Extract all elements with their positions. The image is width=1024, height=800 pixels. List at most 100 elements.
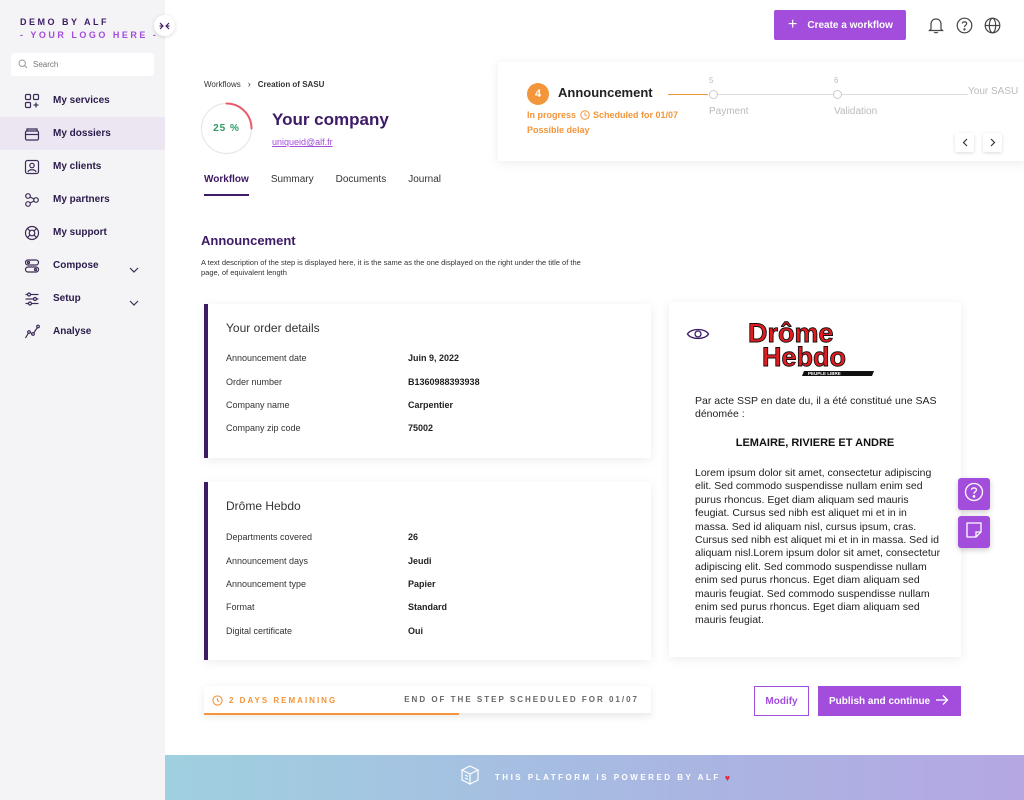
detail-value: Juin 9, 2022 — [408, 353, 460, 363]
support-icon — [24, 225, 40, 241]
brand-logo[interactable]: DEMO BY ALF - YOUR LOGO HERE - — [20, 17, 158, 40]
tab-documents[interactable]: Documents — [336, 174, 387, 196]
sidebar-item-setup[interactable]: Setup — [0, 282, 165, 315]
services-icon — [24, 93, 40, 109]
step-label: Validation — [834, 106, 878, 117]
sidebar-item-analyse[interactable]: Analyse — [0, 315, 165, 348]
sidebar: DEMO BY ALF - YOUR LOGO HERE - My servic… — [0, 0, 165, 800]
dossier-icon — [24, 126, 40, 142]
section-title: Announcement — [201, 233, 296, 248]
sliders-icon — [24, 291, 40, 307]
create-workflow-label: Create a workflow — [807, 19, 893, 31]
detail-key: Announcement type — [226, 579, 307, 589]
detail-key: Digital certificate — [226, 626, 293, 636]
search-box[interactable] — [11, 53, 154, 76]
analytics-icon — [24, 324, 40, 340]
detail-row: Digital certificate Oui — [226, 626, 646, 636]
help-icon[interactable] — [955, 16, 973, 34]
detail-key: Announcement date — [226, 353, 307, 363]
step-number: 5 — [709, 76, 714, 85]
detail-value: Standard — [408, 602, 448, 612]
eye-icon[interactable] — [686, 326, 710, 347]
plus-icon: + — [788, 16, 798, 33]
current-step-title: Announcement — [558, 85, 653, 100]
chevron-down-icon[interactable] — [129, 260, 139, 278]
step-delay-warning: Possible delay — [527, 125, 590, 135]
tab-journal[interactable]: Journal — [408, 174, 441, 196]
detail-row: Company name Carpentier — [226, 400, 646, 410]
page-title: Your company — [272, 110, 389, 129]
journal-details-card: Drôme Hebdo Departments covered 26 Announ… — [204, 482, 651, 660]
announcement-intro: Par acte SSP en date du, il a été consti… — [695, 395, 937, 420]
detail-value: Jeudi — [408, 556, 432, 566]
progress-percent: 25 % — [213, 123, 240, 134]
detail-key: Company zip code — [226, 423, 301, 433]
bell-icon[interactable] — [927, 16, 945, 34]
section-description: A text description of the step is displa… — [201, 258, 581, 277]
step-status: In progress Scheduled for 01/07 — [527, 110, 678, 120]
sidebar-item-label: Compose — [53, 260, 99, 271]
help-float-button[interactable] — [958, 478, 990, 510]
step-connector — [668, 94, 708, 95]
card-title: Drôme Hebdo — [226, 499, 301, 513]
chevron-down-icon[interactable] — [129, 293, 139, 311]
detail-value: Oui — [408, 626, 423, 636]
stepper-next-button[interactable] — [983, 133, 1002, 152]
breadcrumb-root[interactable]: Workflows — [204, 80, 241, 89]
sidebar-item-compose[interactable]: Compose — [0, 249, 165, 282]
sidebar-item-my-clients[interactable]: My clients — [0, 150, 165, 183]
newspaper-logo-line2: Hebdo — [762, 342, 846, 372]
days-remaining: 2 DAYS REMAINING — [212, 695, 337, 706]
detail-key: Format — [226, 602, 255, 612]
heart-icon: ♥ — [724, 772, 731, 783]
sidebar-item-my-dossiers[interactable]: My dossiers — [0, 117, 165, 150]
breadcrumb-current: Creation of SASU — [257, 79, 325, 89]
detail-value: 26 — [408, 532, 419, 542]
chevron-left-icon — [962, 134, 968, 152]
notes-float-button[interactable] — [958, 516, 990, 548]
publish-continue-button[interactable]: Publish and continue — [818, 686, 961, 716]
detail-value: 75002 — [408, 423, 434, 433]
step-end-date: END OF THE STEP SCHEDULED FOR 01/07 — [404, 695, 639, 704]
chevron-right-icon — [990, 134, 996, 152]
compose-icon — [24, 258, 40, 274]
collapse-sidebar-button[interactable] — [154, 15, 175, 36]
detail-row: Announcement date Juin 9, 2022 — [226, 353, 646, 363]
tab-summary[interactable]: Summary — [271, 174, 314, 196]
sidebar-item-label: Setup — [53, 293, 81, 304]
detail-row: Departments covered 26 — [226, 532, 646, 542]
sidebar-item-label: My services — [53, 95, 110, 106]
order-details-card: Your order details Announcement date Juin… — [204, 304, 651, 458]
sidebar-item-my-partners[interactable]: My partners — [0, 183, 165, 216]
step-connector — [718, 94, 968, 95]
step-status-text: In progress — [527, 110, 577, 120]
breadcrumb: Workflows › Creation of SASU — [204, 79, 324, 89]
sidebar-item-label: My dossiers — [53, 128, 111, 139]
search-input[interactable] — [33, 60, 133, 69]
sidebar-item-label: Analyse — [53, 326, 92, 337]
platform-box-icon — [459, 764, 481, 791]
stepper-prev-button[interactable] — [955, 133, 974, 152]
detail-row: Announcement type Papier — [226, 579, 646, 589]
deadline-bar: 2 DAYS REMAINING END OF THE STEP SCHEDUL… — [204, 686, 651, 715]
modify-button[interactable]: Modify — [754, 686, 809, 716]
announcement-body: Lorem ipsum dolor sit amet, consectetur … — [695, 467, 941, 627]
globe-icon[interactable] — [983, 16, 1001, 34]
step-label: Payment — [709, 106, 749, 117]
sidebar-item-my-support[interactable]: My support — [0, 216, 165, 249]
tab-workflow[interactable]: Workflow — [204, 174, 249, 196]
chevron-right-icon: › — [247, 79, 251, 89]
deadline-progress-fill — [204, 713, 459, 715]
detail-value: B1360988393938 — [408, 377, 480, 387]
newspaper-logo: Drôme Hebdo PEUPLE LIBRE — [748, 318, 874, 376]
detail-key: Order number — [226, 377, 283, 387]
sidebar-item-my-services[interactable]: My services — [0, 84, 165, 117]
footer-text: THIS PLATFORM IS POWERED BY ALF — [494, 773, 721, 782]
company-email-link[interactable]: uniqueid@alf.fr — [272, 137, 333, 147]
search-icon — [18, 56, 28, 74]
step-number: 6 — [834, 76, 839, 85]
create-workflow-button[interactable]: + Create a workflow — [774, 10, 906, 40]
client-icon — [24, 159, 40, 175]
footer: THIS PLATFORM IS POWERED BY ALF ♥ — [165, 755, 1024, 800]
step-dot — [709, 90, 718, 99]
